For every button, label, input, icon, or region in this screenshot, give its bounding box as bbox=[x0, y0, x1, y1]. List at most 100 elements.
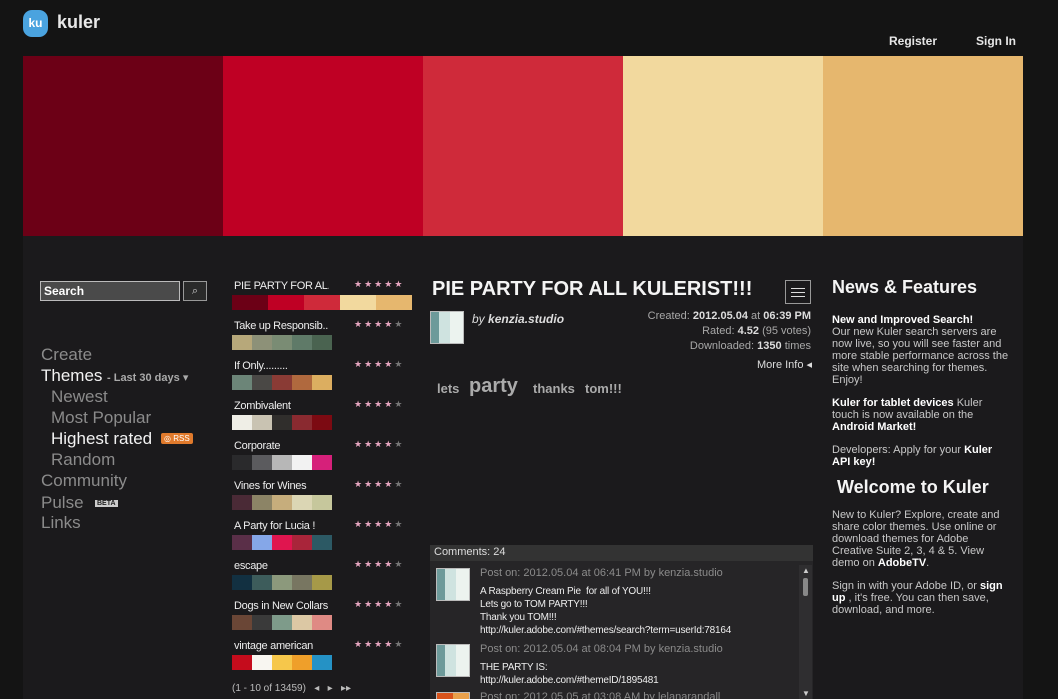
color-swatch bbox=[292, 655, 312, 670]
register-link[interactable]: Register bbox=[889, 34, 937, 48]
nav-create[interactable]: Create bbox=[41, 345, 92, 365]
android-market-link[interactable]: Android Market! bbox=[832, 421, 916, 433]
theme-list-item[interactable]: Take up Responsib... ★★★★★ bbox=[232, 318, 412, 358]
theme-swatches[interactable] bbox=[232, 615, 332, 630]
star-rating: ★★★★★ bbox=[354, 639, 404, 650]
theme-swatches[interactable] bbox=[232, 495, 332, 510]
nav-themes[interactable]: Themes bbox=[41, 366, 102, 386]
search-button[interactable]: ⌕ bbox=[183, 281, 207, 301]
color-swatch bbox=[292, 615, 312, 630]
theme-list-item[interactable]: Corporate ★★★★★ bbox=[232, 438, 412, 478]
more-info-link[interactable]: More Info ◂ bbox=[757, 358, 812, 371]
star-icon: ★ bbox=[384, 599, 395, 609]
kuler-logo-icon[interactable]: ku bbox=[23, 10, 48, 37]
star-icon: ★ bbox=[354, 599, 365, 609]
comment-avatar[interactable] bbox=[436, 568, 470, 601]
color-swatch bbox=[312, 615, 332, 630]
news1-title[interactable]: New and Improved Search! bbox=[832, 314, 973, 326]
theme-swatches[interactable] bbox=[232, 655, 332, 670]
rss-icon[interactable]: ◎ RSS bbox=[161, 433, 193, 444]
author-avatar[interactable] bbox=[430, 311, 464, 344]
color-swatch bbox=[252, 575, 272, 590]
color-swatch bbox=[232, 655, 252, 670]
sign-in-link[interactable]: Sign In bbox=[976, 34, 1016, 48]
nav-links[interactable]: Links bbox=[41, 513, 81, 533]
comments-scrollbar[interactable]: ▲ ▼ bbox=[799, 565, 812, 699]
news2-title[interactable]: Kuler for tablet devices bbox=[832, 397, 954, 409]
theme-swatches[interactable] bbox=[232, 335, 332, 350]
star-icon: ★ bbox=[364, 519, 375, 529]
theme-list-item[interactable]: PIE PARTY FOR AL... ★★★★★ bbox=[232, 278, 412, 318]
search-input[interactable]: Search bbox=[40, 281, 180, 301]
tag-lets[interactable]: lets bbox=[437, 381, 459, 396]
comment-avatar[interactable] bbox=[436, 692, 470, 699]
theme-list-item[interactable]: vintage american ★★★★★ bbox=[232, 638, 412, 678]
news-heading: News & Features bbox=[832, 277, 978, 297]
star-icon: ★ bbox=[364, 279, 375, 289]
rated-value: 4.52 bbox=[737, 325, 760, 337]
nav-random[interactable]: Random bbox=[51, 450, 115, 470]
theme-list-item[interactable]: If Only......... ★★★★★ bbox=[232, 358, 412, 398]
star-icon: ★ bbox=[364, 439, 375, 449]
created-label: Created: bbox=[647, 310, 690, 322]
downloaded-value: 1350 bbox=[757, 340, 782, 352]
tag-thanks[interactable]: thanks bbox=[533, 381, 575, 396]
adobetv-link[interactable]: AdobeTV bbox=[878, 557, 926, 569]
tag-party[interactable]: party bbox=[469, 375, 518, 398]
rated-votes: (95 votes) bbox=[762, 325, 811, 337]
star-icon: ★ bbox=[364, 399, 375, 409]
theme-list-item[interactable]: Dogs in New Collars ★★★★★ bbox=[232, 598, 412, 638]
theme-swatches[interactable] bbox=[232, 375, 332, 390]
star-icon: ★ bbox=[384, 279, 395, 289]
tag-tom[interactable]: tom!!! bbox=[585, 381, 622, 396]
pager-range: (1 - 10 of 13459) bbox=[232, 683, 306, 694]
scroll-thumb[interactable] bbox=[803, 578, 808, 596]
theme-swatches[interactable] bbox=[232, 295, 412, 310]
themes-filter-dropdown[interactable]: - Last 30 days ▾ bbox=[107, 371, 188, 384]
nav-pulse[interactable]: Pulse bbox=[41, 493, 84, 513]
comment-avatar[interactable] bbox=[436, 644, 470, 677]
nav-most-popular[interactable]: Most Popular bbox=[51, 408, 151, 428]
pager-last-icon[interactable]: ▸▸ bbox=[341, 683, 351, 694]
comment-head: Post on: 2012.05.04 at 08:04 PM by kenzi… bbox=[480, 643, 723, 655]
scroll-down-icon[interactable]: ▼ bbox=[802, 689, 810, 698]
theme-name: vintage american bbox=[234, 640, 313, 652]
star-icon: ★ bbox=[384, 359, 395, 369]
pager-prev-icon[interactable]: ◂ bbox=[314, 683, 319, 694]
star-icon: ★ bbox=[374, 399, 385, 409]
adjust-sliders-icon[interactable] bbox=[785, 280, 811, 304]
hero-swatch bbox=[223, 56, 423, 236]
star-rating: ★★★★★ bbox=[354, 319, 404, 330]
star-icon: ★ bbox=[374, 599, 385, 609]
author-link[interactable]: kenzia.studio bbox=[488, 312, 564, 326]
nav-newest[interactable]: Newest bbox=[51, 387, 108, 407]
theme-list-item[interactable]: Vines for Wines ★★★★★ bbox=[232, 478, 412, 518]
star-icon: ★ bbox=[364, 639, 375, 649]
beta-badge: BETA bbox=[95, 500, 118, 507]
color-swatch bbox=[252, 455, 272, 470]
star-icon: ★ bbox=[394, 359, 405, 369]
theme-list-item[interactable]: Zombivalent ★★★★★ bbox=[232, 398, 412, 438]
theme-swatches[interactable] bbox=[232, 535, 332, 550]
theme-swatches[interactable] bbox=[232, 455, 332, 470]
star-icon: ★ bbox=[384, 519, 395, 529]
scroll-up-icon[interactable]: ▲ bbox=[802, 566, 810, 575]
star-rating: ★★★★★ bbox=[354, 559, 404, 570]
star-icon: ★ bbox=[394, 599, 405, 609]
nav-community[interactable]: Community bbox=[41, 471, 127, 491]
theme-list-item[interactable]: escape ★★★★★ bbox=[232, 558, 412, 598]
theme-swatches[interactable] bbox=[232, 415, 332, 430]
star-icon: ★ bbox=[354, 319, 365, 329]
star-icon: ★ bbox=[394, 399, 405, 409]
brand-name[interactable]: kuler bbox=[57, 12, 100, 33]
color-swatch bbox=[252, 615, 272, 630]
color-swatch bbox=[292, 575, 312, 590]
star-icon: ★ bbox=[394, 439, 405, 449]
color-swatch bbox=[252, 535, 272, 550]
nav-highest-rated[interactable]: Highest rated bbox=[51, 429, 152, 449]
color-swatch bbox=[312, 415, 332, 430]
theme-list-item[interactable]: A Party for Lucia ! ★★★★★ bbox=[232, 518, 412, 558]
color-swatch bbox=[252, 655, 272, 670]
pager-next-icon[interactable]: ▸ bbox=[328, 683, 333, 694]
theme-swatches[interactable] bbox=[232, 575, 332, 590]
